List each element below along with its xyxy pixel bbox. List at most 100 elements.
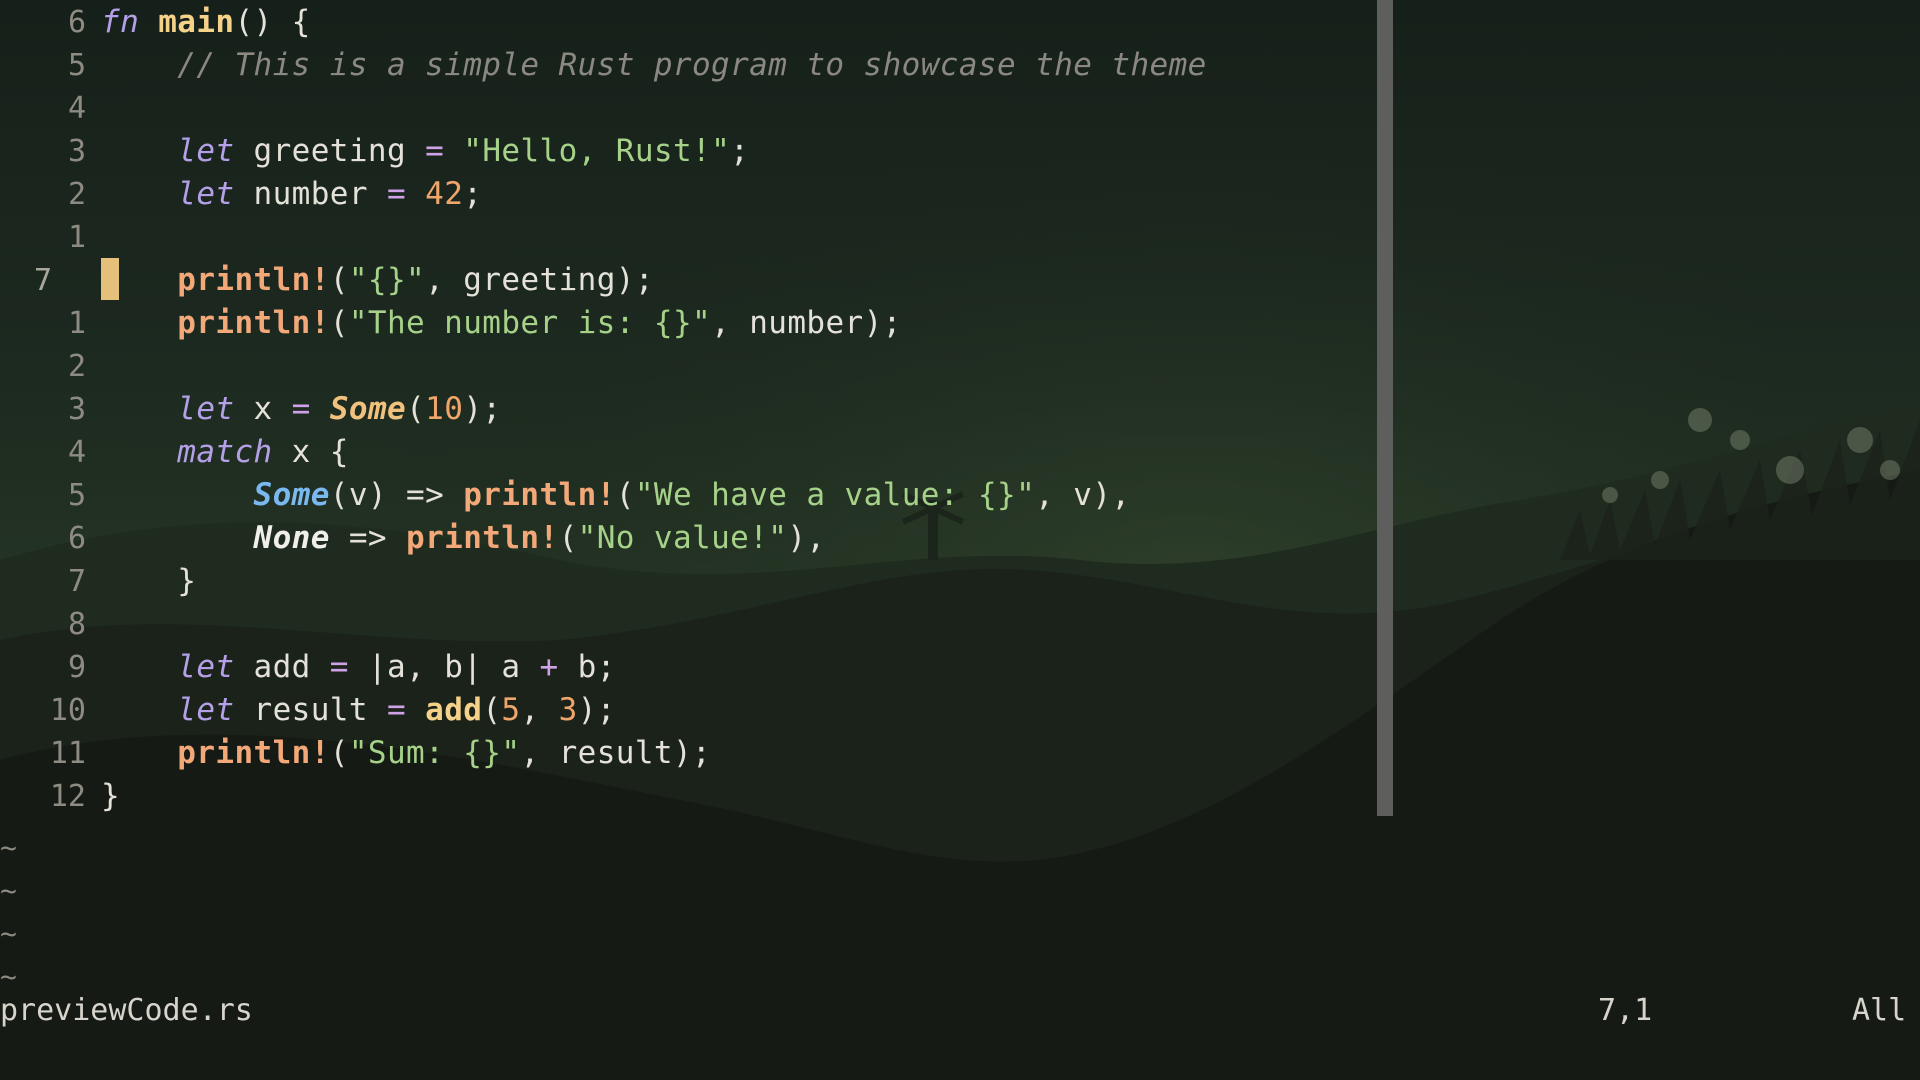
code-token: x <box>234 391 292 427</box>
code-token: |a, b| a <box>348 649 540 685</box>
code-token: println! <box>177 305 330 341</box>
code-token: number <box>234 176 387 212</box>
code-token: let <box>177 649 235 685</box>
status-scroll-position: All <box>1852 993 1907 1028</box>
code-token: println! <box>406 520 559 556</box>
line-code[interactable]: let x = Some(10); <box>101 388 501 431</box>
code-token: 10 <box>425 391 464 427</box>
line-number: 3 <box>67 392 86 427</box>
line-number: 1 <box>67 306 86 341</box>
code-token: , v), <box>1035 477 1131 513</box>
empty-line-marker: ~ <box>0 874 17 907</box>
code-token: ( <box>329 305 349 341</box>
code-token: ( <box>329 262 349 298</box>
line-code[interactable]: match x { <box>101 431 349 474</box>
code-token: ; <box>730 133 750 169</box>
code-token: = <box>386 176 407 212</box>
code-token: = <box>386 692 407 728</box>
line-code[interactable]: } <box>101 775 120 818</box>
line-code[interactable]: } <box>101 560 196 603</box>
line-code[interactable]: println!("Sum: {}", result); <box>101 732 711 775</box>
code-token: = <box>425 133 445 169</box>
code-editor[interactable]: 6 fn main() { 5 // This is a simple Rust p… <box>0 0 1920 1000</box>
line-number: 4 <box>67 91 86 126</box>
code-token: , number); <box>711 305 902 341</box>
scrollbar[interactable] <box>1377 0 1393 816</box>
code-token: => <box>329 520 407 556</box>
code-token: add <box>234 649 330 685</box>
line-number: 2 <box>67 349 86 384</box>
code-token: println! <box>177 735 330 771</box>
code-token: match <box>177 434 273 470</box>
line-number: 6 <box>67 5 86 40</box>
line-code[interactable]: let greeting = "Hello, Rust!"; <box>101 130 749 173</box>
code-token: ( <box>329 735 349 771</box>
code-token: None <box>253 520 330 556</box>
code-token: greeting <box>234 133 426 169</box>
line-number: 6 <box>67 521 86 556</box>
terminal-window: 6 fn main() { 5 // This is a simple Rust p… <box>0 0 1920 1080</box>
code-token: main <box>158 4 235 40</box>
empty-line-marker: ~ <box>0 831 17 864</box>
line-number: 5 <box>67 48 86 83</box>
line-code[interactable]: // This is a simple Rust program to show… <box>101 44 1207 87</box>
line-code[interactable]: println!("{}", greeting); <box>101 259 654 302</box>
code-token: b; <box>558 649 616 685</box>
code-token: = <box>329 649 349 685</box>
line-number: 2 <box>67 177 86 212</box>
code-token: ( <box>615 477 635 513</box>
line-code[interactable]: fn main() { <box>101 1 311 44</box>
code-token: ; <box>463 176 483 212</box>
code-token: "Sum: {}" <box>348 735 521 771</box>
code-token: 5 <box>501 692 521 728</box>
code-token: () { <box>234 4 311 40</box>
code-token: , greeting); <box>425 262 654 298</box>
code-token: } <box>101 778 121 814</box>
code-token: 3 <box>558 692 578 728</box>
line-code[interactable]: let add = |a, b| a + b; <box>101 646 616 689</box>
code-token: "No value!" <box>577 520 788 556</box>
code-token: // This is a simple Rust program to show… <box>177 47 1207 83</box>
code-token: Some <box>329 391 407 427</box>
code-token: let <box>177 692 235 728</box>
line-number: 8 <box>67 607 86 642</box>
status-filename: previewCode.rs <box>0 993 253 1028</box>
line-number: 4 <box>67 435 86 470</box>
code-token: } <box>101 563 197 599</box>
code-token: ( <box>482 692 502 728</box>
code-token: let <box>177 133 235 169</box>
code-token: = <box>291 391 311 427</box>
code-token: Some <box>253 477 330 513</box>
status-bar: previewCode.rs 7,1 All <box>0 990 1920 1032</box>
code-token: ), <box>787 520 826 556</box>
line-number: 7 <box>33 263 52 298</box>
line-code[interactable]: let result = add(5, 3); <box>101 689 616 732</box>
line-code[interactable]: Some(v) => println!("We have a value: {}… <box>101 474 1131 517</box>
code-token: (v) => <box>329 477 464 513</box>
line-number: 7 <box>67 564 86 599</box>
code-token: "{}" <box>348 262 426 298</box>
code-token: println! <box>177 262 330 298</box>
line-code[interactable]: println!("The number is: {}", number); <box>101 302 902 345</box>
line-code[interactable]: let number = 42; <box>101 173 482 216</box>
code-token: , result); <box>520 735 712 771</box>
line-number: 5 <box>67 478 86 513</box>
code-token: add <box>425 692 483 728</box>
line-code[interactable]: None => println!("No value!"), <box>101 517 826 560</box>
code-token: ); <box>463 391 502 427</box>
code-token: "We have a value: {}" <box>634 477 1036 513</box>
